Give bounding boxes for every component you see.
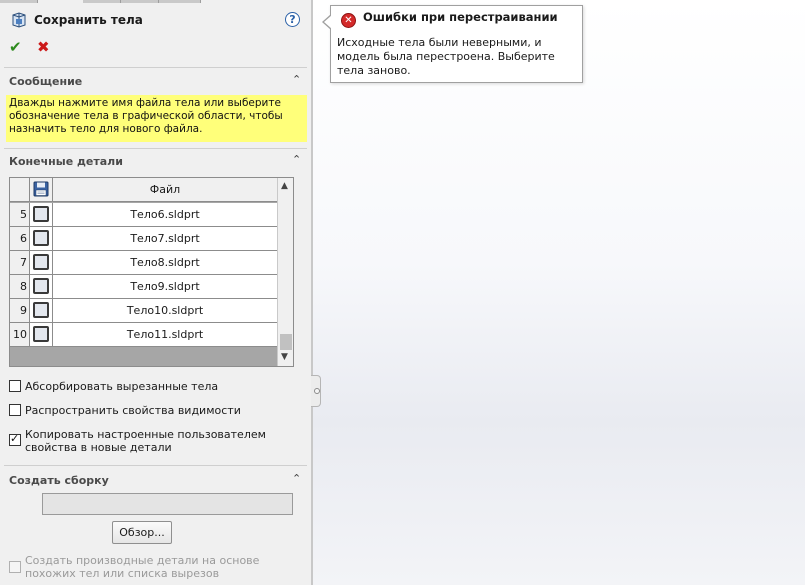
tab-feature-manager[interactable]	[0, 0, 38, 3]
row-checkbox[interactable]	[30, 203, 53, 226]
separator	[4, 67, 307, 68]
error-icon: ✕	[341, 13, 356, 28]
tab-configuration-manager[interactable]	[121, 0, 159, 3]
message-collapse-icon[interactable]: ⌃	[292, 73, 301, 86]
table-row[interactable]: 5 Тело6.sldprt	[10, 203, 277, 227]
propagate-visual-checkbox[interactable]	[9, 404, 21, 416]
error-message: Исходные тела были неверными, и модель б…	[337, 36, 555, 77]
panel-divider	[311, 0, 313, 585]
row-checkbox[interactable]	[30, 227, 53, 250]
row-file-name[interactable]: Тело11.sldprt	[53, 323, 277, 346]
copy-custom-props-label[interactable]: Копировать настроенные пользователем сво…	[25, 428, 305, 454]
file-column-header[interactable]: Файл	[53, 178, 277, 202]
propagate-visual-label[interactable]: Распространить свойства видимости	[25, 404, 241, 417]
row-number: 5	[10, 203, 30, 226]
row-number: 10	[10, 323, 30, 346]
help-icon[interactable]: ?	[285, 12, 300, 27]
table-scrollbar[interactable]: ▲ ▼	[277, 178, 293, 366]
browse-button[interactable]: Обзор...	[112, 521, 172, 544]
row-checkbox[interactable]	[30, 299, 53, 322]
row-number: 7	[10, 251, 30, 274]
row-number-header	[10, 178, 30, 202]
copy-custom-props-checkbox[interactable]	[9, 432, 21, 446]
message-text: Дважды нажмите имя файла тела или выбери…	[6, 95, 307, 142]
page-title: Сохранить тела	[34, 13, 143, 27]
row-number: 8	[10, 275, 30, 298]
row-file-name[interactable]: Тело8.sldprt	[53, 251, 277, 274]
create-assembly-collapse-icon[interactable]: ⌃	[292, 472, 301, 485]
table-row[interactable]: 10 Тело11.sldprt	[10, 323, 277, 347]
resulting-parts-collapse-icon[interactable]: ⌃	[292, 153, 301, 166]
absorb-cut-bodies-checkbox[interactable]	[9, 380, 21, 392]
derived-parts-checkbox[interactable]	[9, 561, 21, 573]
row-checkbox[interactable]	[30, 323, 53, 346]
table-row[interactable]: 9 Тело10.sldprt	[10, 299, 277, 323]
row-file-name[interactable]: Тело10.sldprt	[53, 299, 277, 322]
scroll-down-icon[interactable]: ▼	[281, 352, 288, 362]
derived-parts-label: Создать производные детали на основе пох…	[25, 554, 260, 580]
message-group-title: Сообщение	[9, 75, 83, 88]
absorb-cut-bodies-label[interactable]: Абсорбировать вырезанные тела	[25, 380, 218, 393]
pm-header: Сохранить тела ?	[0, 6, 311, 34]
row-file-name[interactable]: Тело7.sldprt	[53, 227, 277, 250]
row-checkbox[interactable]	[30, 275, 53, 298]
assembly-path-field[interactable]	[42, 493, 293, 515]
row-file-name[interactable]: Тело6.sldprt	[53, 203, 277, 226]
table-row[interactable]: 7 Тело8.sldprt	[10, 251, 277, 275]
row-checkbox[interactable]	[30, 251, 53, 274]
save-bodies-icon	[12, 12, 26, 28]
save-column-header[interactable]	[30, 178, 53, 202]
row-file-name[interactable]: Тело9.sldprt	[53, 275, 277, 298]
cancel-x-icon[interactable]: ✖	[37, 38, 50, 56]
row-number: 6	[10, 227, 30, 250]
top-tabs-strip	[0, 0, 311, 3]
scroll-up-icon[interactable]: ▲	[281, 181, 288, 191]
create-assembly-title: Создать сборку	[9, 474, 109, 487]
row-number: 9	[10, 299, 30, 322]
table-row[interactable]: 6 Тело7.sldprt	[10, 227, 277, 251]
table-row[interactable]: 8 Тело9.sldprt	[10, 275, 277, 299]
error-title: Ошибки при перестраивании	[363, 10, 558, 24]
ok-check-icon[interactable]: ✔	[9, 38, 22, 56]
scroll-thumb[interactable]	[280, 334, 292, 350]
property-manager-panel: Сохранить тела ? ✔ ✖ Сообщение ⌃ Дважды …	[0, 0, 311, 585]
table-header: Файл	[10, 178, 277, 202]
panel-splitter-handle[interactable]	[311, 375, 321, 407]
save-floppy-icon	[33, 181, 49, 197]
separator	[4, 465, 307, 466]
graphics-area[interactable]	[313, 0, 805, 585]
rebuild-error-tooltip: ✕ Ошибки при перестраивании Исходные тел…	[322, 5, 583, 83]
bodies-table[interactable]: Файл 5 Тело6.sldprt 6 Тело7.sldprt 7 Тел…	[9, 177, 294, 367]
tab-dimxpert-manager[interactable]	[159, 0, 201, 3]
tab-property-manager[interactable]	[83, 0, 121, 3]
separator	[4, 148, 307, 149]
resulting-parts-title: Конечные детали	[9, 155, 123, 168]
